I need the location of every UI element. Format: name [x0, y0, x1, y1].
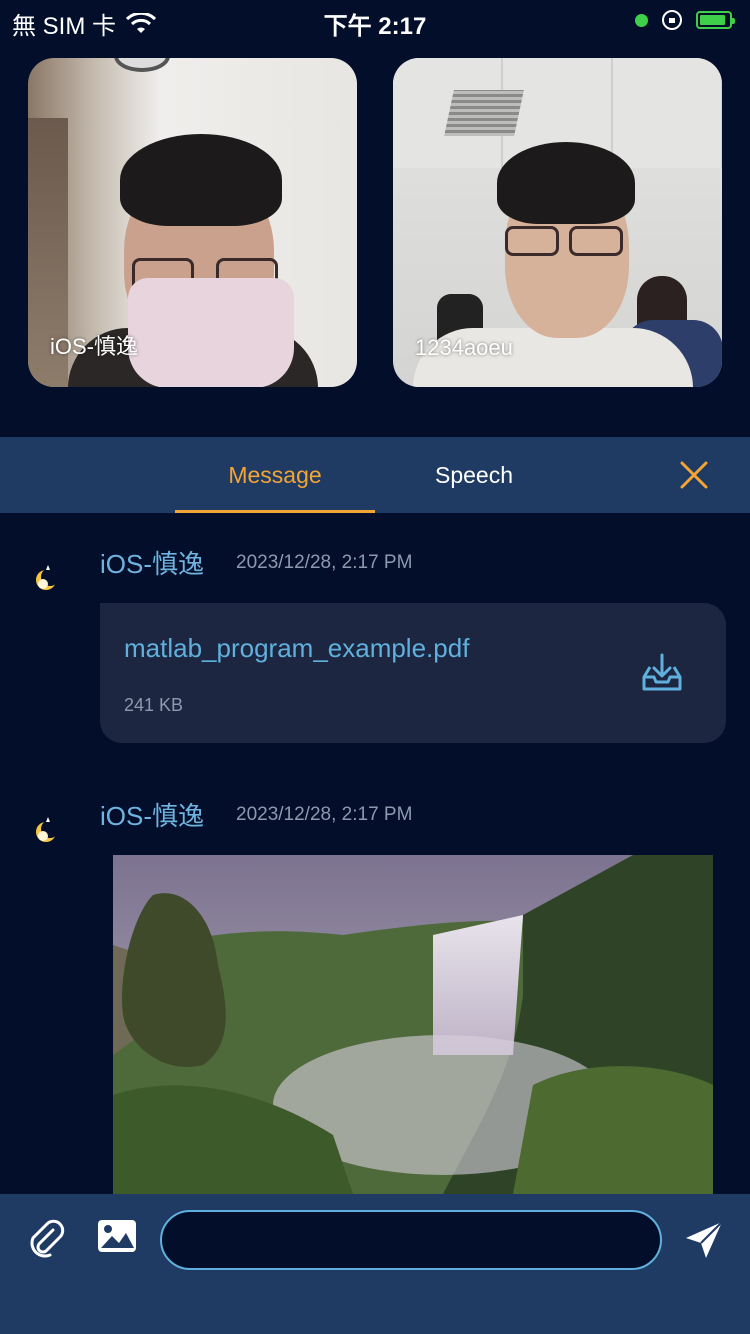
- file-attachment-card[interactable]: matlab_program_example.pdf 241 KB: [100, 603, 726, 743]
- camera-in-use-indicator: [635, 13, 648, 27]
- message-timestamp: 2023/12/28, 2:17 PM: [236, 552, 413, 573]
- message-sender: iOS-慎逸: [100, 549, 205, 579]
- paperclip-icon[interactable]: [26, 1218, 66, 1258]
- participant-name: 1234aoeu: [415, 335, 513, 360]
- status-right: [635, 10, 735, 30]
- close-icon[interactable]: [678, 459, 710, 491]
- file-size: 241 KB: [124, 695, 184, 715]
- message-sender: iOS-慎逸: [100, 801, 205, 831]
- battery-icon: [696, 11, 735, 29]
- battery-tip: [732, 18, 735, 24]
- participant-name: iOS-慎逸: [50, 334, 139, 359]
- battery-fill: [700, 15, 726, 25]
- file-name[interactable]: matlab_program_example.pdf: [124, 633, 469, 664]
- tab-speech[interactable]: Speech: [374, 437, 574, 513]
- send-icon[interactable]: [684, 1220, 724, 1260]
- status-bar: 無 SIM 卡 下午 2:17: [0, 0, 750, 40]
- orientation-lock-icon: [662, 10, 682, 30]
- message-input-bar: [0, 1194, 750, 1334]
- message-timestamp: 2023/12/28, 2:17 PM: [236, 804, 413, 825]
- chat-tab-header: Message Speech: [0, 437, 750, 513]
- sender-avatar-icon: [36, 817, 58, 842]
- video-tile-participant-1[interactable]: iOS-慎逸: [28, 58, 357, 387]
- sender-avatar-icon: [36, 565, 58, 590]
- image-attachment[interactable]: [113, 855, 713, 1194]
- download-icon[interactable]: [640, 653, 684, 693]
- image-icon[interactable]: [96, 1218, 138, 1254]
- tab-message[interactable]: Message: [175, 437, 375, 513]
- waterfall-landscape-image: [113, 855, 713, 1194]
- video-tile-participant-2[interactable]: 1234aoeu: [393, 58, 722, 387]
- message-input[interactable]: [160, 1210, 662, 1270]
